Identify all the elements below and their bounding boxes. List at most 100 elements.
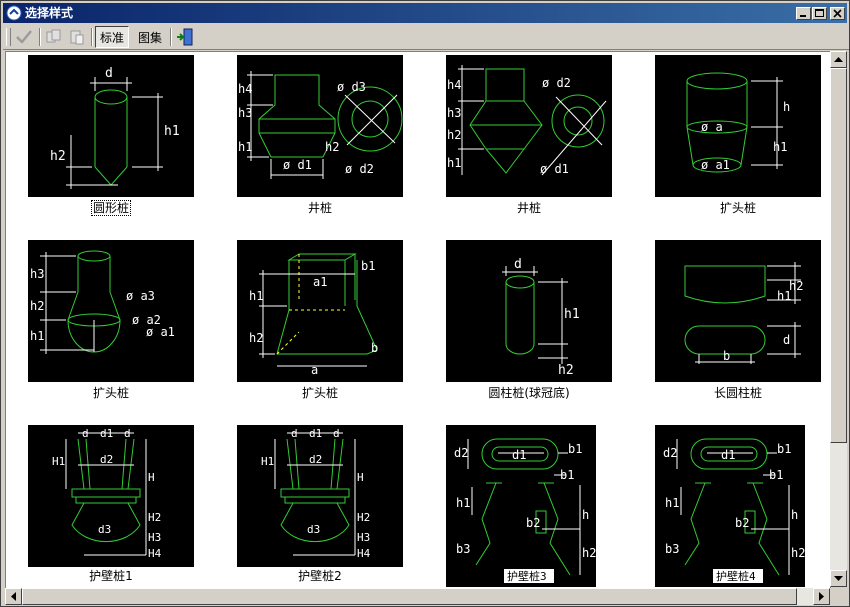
- pile-thumbnail: d h1 h2: [446, 240, 612, 382]
- dim-label: h1: [665, 496, 679, 510]
- dim-label: H2: [357, 511, 370, 524]
- dim-label: h1: [773, 140, 787, 154]
- dim-label: b1: [568, 442, 582, 456]
- dim-label: a1: [313, 275, 327, 289]
- arrow-right-icon: [818, 592, 824, 601]
- arrow-up-icon: [834, 56, 843, 62]
- dim-label: H1: [261, 455, 274, 468]
- scroll-down-button[interactable]: [830, 570, 847, 587]
- title-bar[interactable]: 选择样式: [3, 3, 847, 23]
- scroll-right-button[interactable]: [813, 588, 830, 605]
- dim-label: d3: [307, 523, 320, 536]
- dim-label: a: [311, 363, 318, 377]
- dim-label: b1: [560, 468, 574, 482]
- dim-label: h2: [30, 299, 44, 313]
- dim-label: h1: [777, 289, 791, 303]
- dim-label: H: [357, 471, 364, 484]
- tab-atlas[interactable]: 图集: [133, 26, 167, 48]
- app-icon: [6, 5, 22, 21]
- dim-label: h1: [164, 124, 180, 139]
- dim-label: b1: [769, 468, 783, 482]
- pile-caption: 护壁桩2: [298, 569, 342, 583]
- vertical-scroll-thumb[interactable]: [830, 68, 847, 443]
- pile-thumbnail: h h1 ø a ø a1: [655, 55, 821, 197]
- confirm-button[interactable]: [12, 26, 36, 48]
- dim-label: b: [371, 341, 378, 355]
- dim-label: ø d2: [542, 76, 571, 90]
- horizontal-scrollbar[interactable]: [5, 588, 830, 605]
- dim-label: h2: [50, 149, 66, 164]
- dim-label: h4: [447, 78, 461, 92]
- pile-caption: 井桩: [516, 201, 541, 215]
- pile-thumbnail: d h1 h2: [28, 55, 194, 197]
- dim-label: H: [148, 471, 155, 484]
- exit-button[interactable]: [173, 26, 197, 48]
- horizontal-scroll-thumb[interactable]: [22, 588, 797, 605]
- dim-label: h: [582, 508, 589, 522]
- dim-label: b3: [665, 542, 679, 556]
- pile-thumbnail: h3 h2 h1 ø a3 ø a2 ø a1: [28, 240, 194, 382]
- pile-style-gallery: d h1 h2 圆形桩 h4 h3 h1 h2 ø d1 ø d3 ø d2 井…: [5, 51, 831, 589]
- pile-thumbnail: d d1 d d2 H1 H H2 H3 H4 d3: [237, 425, 403, 567]
- pile-caption: 圆形桩: [90, 200, 132, 216]
- close-button[interactable]: [830, 7, 845, 20]
- maximize-button[interactable]: [812, 7, 827, 20]
- scroll-up-button[interactable]: [830, 51, 847, 68]
- pile-inline-caption: 护壁桩4: [716, 569, 756, 583]
- vertical-scrollbar[interactable]: [830, 51, 847, 587]
- dim-label: H2: [148, 511, 161, 524]
- dim-label: d: [783, 333, 790, 347]
- dim-label: h4: [238, 82, 252, 96]
- minimize-button[interactable]: [796, 7, 811, 20]
- toolbar-separator: [39, 28, 41, 46]
- dim-label: h2: [447, 128, 461, 142]
- dim-label: H3: [357, 531, 370, 544]
- window-title: 选择样式: [25, 6, 74, 20]
- toolbar-grip[interactable]: [6, 28, 11, 46]
- dim-label: b2: [735, 516, 749, 530]
- close-icon: [833, 9, 842, 18]
- dialog-window: 选择样式 标准 图集 d h1 h2 圆形桩 h4 h3 h1 h2 ø d1 …: [0, 0, 850, 607]
- dim-label: H4: [148, 547, 162, 560]
- paste-icon: [70, 30, 84, 45]
- pile-caption: 扩头桩: [301, 386, 338, 400]
- exit-door-icon: [177, 28, 193, 46]
- arrow-left-icon: [10, 592, 16, 601]
- dim-label: ø a: [701, 120, 723, 134]
- scroll-left-button[interactable]: [5, 588, 22, 605]
- pile-inline-caption: 护壁桩3: [507, 569, 547, 583]
- pile-caption: 井桩: [307, 201, 332, 215]
- pile-caption: 圆柱桩(球冠底): [488, 386, 570, 400]
- tab-standard[interactable]: 标准: [95, 26, 130, 48]
- dim-label: d1: [721, 448, 735, 462]
- pile-thumbnail: d2 d1 b1 b1 h1 h b2 b3 h2 护壁桩3: [446, 425, 596, 587]
- dim-label: ø a1: [701, 158, 730, 172]
- pile-thumbnail: h2 h1 d b: [655, 240, 821, 382]
- dim-label: h1: [564, 307, 580, 322]
- pile-thumbnail: d2 d1 b1 b1 h1 h b2 b3 h2 护壁桩4: [655, 425, 805, 587]
- copy-icon: [46, 29, 61, 43]
- toolbar-separator: [170, 28, 172, 46]
- scrollbar-corner: [830, 588, 847, 605]
- dim-label: b3: [456, 542, 470, 556]
- dim-label: d1: [100, 427, 113, 440]
- dim-label: d: [291, 427, 298, 440]
- dim-label: d: [82, 427, 89, 440]
- paste-button[interactable]: [66, 26, 88, 48]
- dim-label: h3: [30, 267, 44, 281]
- dim-label: h1: [447, 156, 461, 170]
- copy-button[interactable]: [43, 26, 65, 48]
- dim-label: h1: [238, 140, 252, 154]
- toolbar-separator: [91, 28, 93, 46]
- dim-label: h2: [249, 331, 263, 345]
- dim-label: b: [723, 349, 730, 363]
- dim-label: h1: [456, 496, 470, 510]
- toolbar: 标准 图集: [3, 25, 849, 50]
- dim-label: b1: [777, 442, 791, 456]
- dim-label: ø a3: [126, 289, 155, 303]
- maximize-icon: [815, 9, 824, 17]
- dim-label: h3: [447, 106, 461, 120]
- dim-label: ø a1: [146, 325, 175, 339]
- dim-label: ø d2: [345, 162, 374, 176]
- arrow-down-icon: [834, 575, 843, 581]
